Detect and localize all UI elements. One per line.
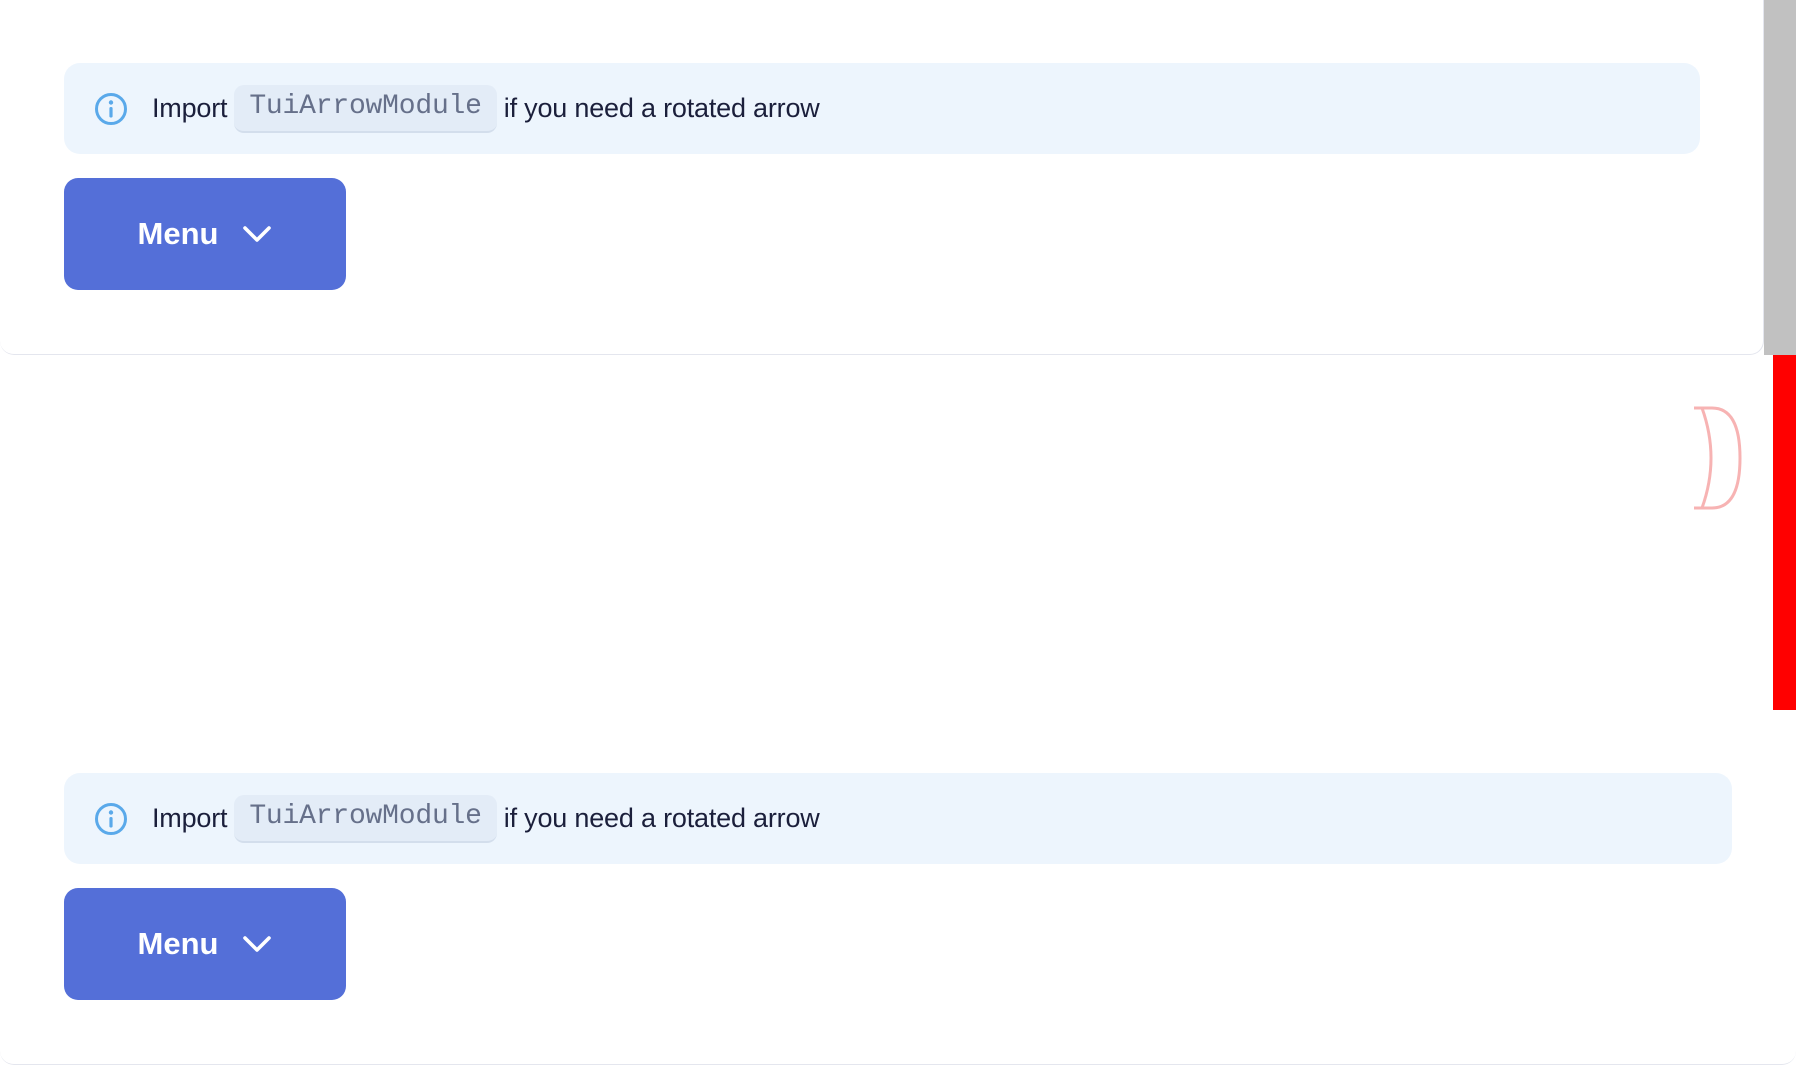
- example-card-top: Import TuiArrowModule if you need a rota…: [0, 0, 1764, 355]
- menu-button-label: Menu: [137, 926, 219, 961]
- scrollbar-highlight: [1773, 355, 1796, 710]
- menu-button[interactable]: Menu: [64, 178, 346, 290]
- info-icon: [95, 802, 127, 835]
- notice-text: Import TuiArrowModule if you need a rota…: [152, 84, 820, 133]
- example-card-bottom: Import TuiArrowModule if you need a rota…: [0, 710, 1796, 1065]
- menu-button-label: Menu: [137, 216, 219, 251]
- notice-prefix: Import: [152, 803, 228, 833]
- menu-button[interactable]: Menu: [64, 888, 346, 1000]
- notice-text: Import TuiArrowModule if you need a rota…: [152, 794, 820, 843]
- chevron-down-icon: [243, 226, 272, 242]
- notice-suffix: if you need a rotated arrow: [503, 803, 820, 833]
- info-notice: Import TuiArrowModule if you need a rota…: [64, 773, 1732, 864]
- chevron-down-icon: [243, 936, 272, 952]
- scrollbar-thumb[interactable]: [1764, 0, 1796, 355]
- notice-prefix: Import: [152, 93, 228, 123]
- module-name-code: TuiArrowModule: [234, 794, 497, 843]
- module-name-code: TuiArrowModule: [234, 84, 497, 133]
- bracket-glyph-icon: [1694, 406, 1742, 510]
- notice-suffix: if you need a rotated arrow: [503, 93, 820, 123]
- info-notice: Import TuiArrowModule if you need a rota…: [64, 63, 1700, 154]
- info-icon: [95, 92, 127, 125]
